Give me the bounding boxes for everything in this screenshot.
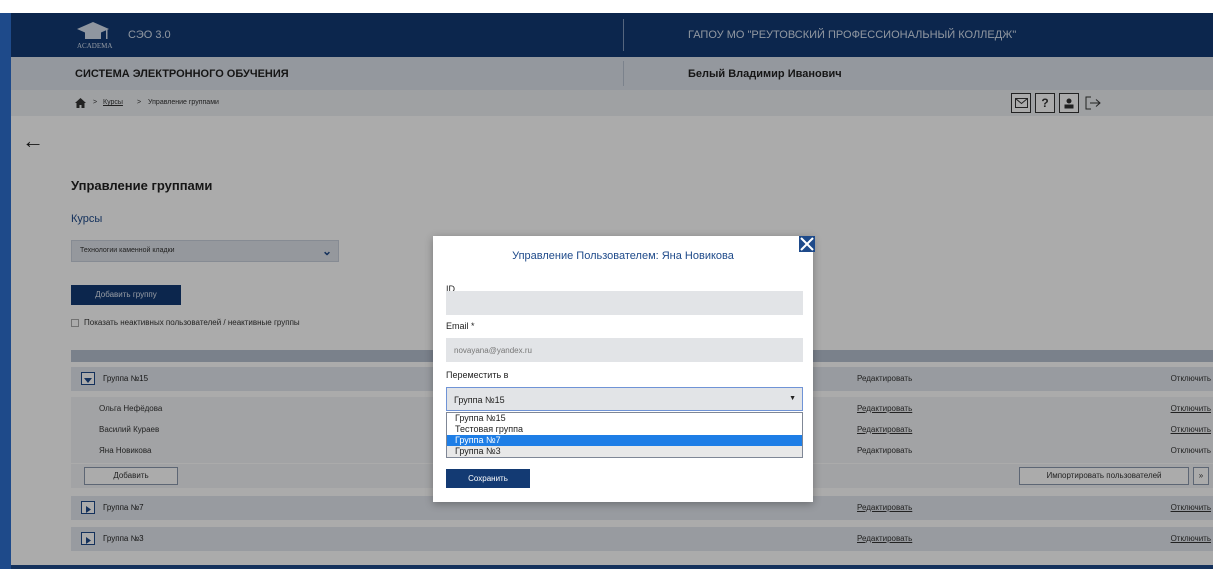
option-test-group[interactable]: Тестовая группа	[447, 424, 802, 435]
email-label: Email *	[446, 321, 475, 331]
option-group-7[interactable]: Группа №7	[447, 435, 802, 446]
option-group-15[interactable]: Группа №15	[447, 413, 802, 424]
move-to-options: Группа №15 Тестовая группа Группа №7 Гру…	[446, 412, 803, 458]
close-icon[interactable]	[799, 236, 815, 252]
move-to-select[interactable]: Группа №15 ▼	[446, 387, 803, 411]
option-group-3[interactable]: Группа №3	[447, 446, 802, 457]
caret-down-icon: ▼	[789, 395, 796, 402]
id-field[interactable]	[446, 291, 803, 315]
top-stripe	[0, 0, 1213, 13]
save-button[interactable]: Сохранить	[446, 469, 530, 488]
email-field[interactable]	[446, 338, 803, 362]
move-to-label: Переместить в	[446, 370, 509, 380]
move-to-select-value: Группа №15	[454, 395, 505, 405]
user-management-modal: Управление Пользователем: Яна Новикова I…	[433, 236, 815, 502]
modal-title: Управление Пользователем: Яна Новикова	[512, 250, 734, 262]
